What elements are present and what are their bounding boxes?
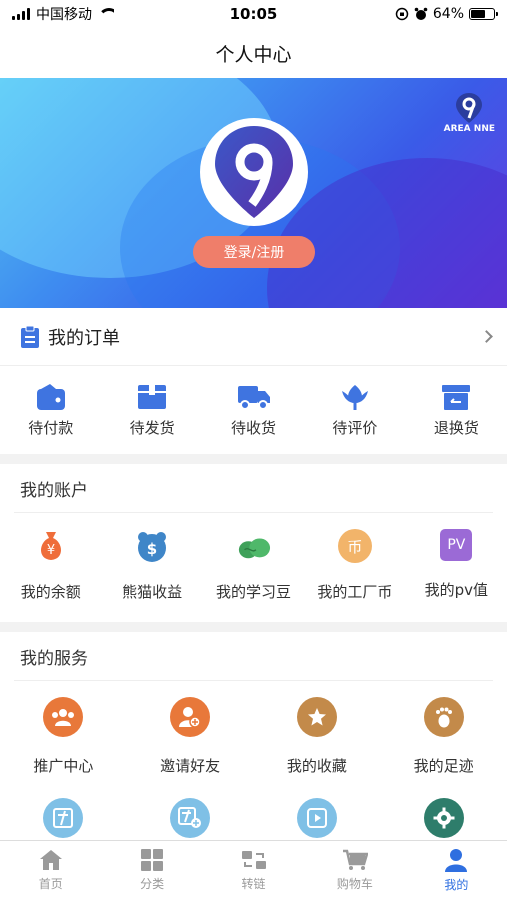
- return-box-icon: [442, 384, 471, 410]
- order-pending-payment[interactable]: 待付款: [0, 383, 101, 438]
- star-icon: [296, 697, 337, 737]
- carrier-label: 中国移动: [36, 7, 92, 23]
- status-bar: 中国移动 10:05 64%: [0, 0, 507, 28]
- grid-icon: [141, 849, 164, 871]
- tab-transfer[interactable]: 转链: [203, 841, 304, 900]
- service-settings[interactable]: [380, 798, 507, 838]
- settings-icon: [423, 798, 464, 838]
- add-user-icon: [170, 697, 211, 737]
- talent-icon: [43, 798, 84, 838]
- order-pending-receipt[interactable]: 待收货: [203, 383, 304, 438]
- clipboard-icon: [21, 325, 39, 348]
- tab-mine[interactable]: 我的: [406, 841, 507, 900]
- svg-text:¥: ¥: [47, 543, 55, 558]
- orders-title: 我的订单: [48, 327, 120, 349]
- services-section: 我的服务 推广中心 邀请好友 我的收藏 我的足迹: [0, 632, 507, 842]
- signal-icon: [12, 8, 30, 20]
- play-icon: [296, 798, 337, 838]
- account-study-beans[interactable]: 我的学习豆: [203, 529, 304, 602]
- area-nine-logo-icon: [456, 93, 483, 123]
- profile-header: AREA NNE 登录/注册: [0, 78, 507, 308]
- account-factory-coin[interactable]: 币 我的工厂币: [304, 529, 405, 602]
- box-icon: [138, 384, 167, 409]
- alarm-icon: [414, 7, 428, 20]
- tab-cart[interactable]: 购物车: [304, 841, 405, 900]
- footprint-icon: [423, 697, 464, 737]
- panda-dollar-icon: $: [135, 529, 169, 563]
- account-pv[interactable]: PV 我的pv值: [406, 529, 507, 602]
- order-pending-review[interactable]: 待评价: [304, 383, 405, 438]
- account-balance[interactable]: ¥ 我的余额: [0, 529, 101, 602]
- services-title: 我的服务: [20, 648, 88, 669]
- transfer-icon: [241, 851, 266, 869]
- status-time: 10:05: [229, 5, 278, 23]
- account-title: 我的账户: [20, 480, 88, 501]
- service-footprints[interactable]: 我的足迹: [380, 697, 507, 776]
- order-pending-shipment[interactable]: 待发货: [101, 383, 202, 438]
- tab-home[interactable]: 首页: [0, 841, 101, 900]
- flower-icon: [341, 384, 368, 410]
- wifi-icon: [98, 8, 114, 20]
- chevron-right-icon: [480, 330, 493, 343]
- truck-icon: [237, 385, 270, 410]
- brand-text: AREA NNE: [443, 124, 495, 134]
- coin-icon: 币: [337, 529, 372, 563]
- beans-icon: [237, 529, 271, 563]
- battery-percent: 64%: [432, 6, 464, 22]
- battery-icon: [469, 8, 498, 20]
- home-icon: [39, 850, 62, 870]
- brand-logo: AREA NNE: [444, 92, 495, 134]
- svg-text:$: $: [147, 540, 157, 558]
- service-add-talent[interactable]: [127, 798, 254, 838]
- orientation-lock-icon: [395, 7, 409, 21]
- orders-card: 我的订单 待付款 待发货 待收货 待评价 退换货: [0, 308, 507, 454]
- login-register-button[interactable]: 登录/注册: [193, 236, 315, 268]
- pv-icon: PV: [440, 529, 473, 561]
- order-return-exchange[interactable]: 退换货: [406, 383, 507, 438]
- tab-bar: 首页 分类 转链 购物车 我的: [0, 840, 507, 900]
- nav-bar: 个人中心: [0, 28, 507, 78]
- orders-header[interactable]: 我的订单: [0, 308, 507, 366]
- area-nine-logo-icon: [215, 126, 293, 218]
- wallet-icon: [36, 383, 65, 410]
- money-bag-icon: ¥: [34, 529, 68, 563]
- account-section: 我的账户 ¥ 我的余额 $ 熊猫收益 我的学习豆 币 我的工厂币 PV 我的pv…: [0, 464, 507, 622]
- add-talent-icon: [170, 798, 211, 838]
- tab-category[interactable]: 分类: [101, 841, 202, 900]
- group-icon: [43, 697, 84, 737]
- service-invite-friends[interactable]: 邀请好友: [127, 697, 254, 776]
- account-panda-income[interactable]: $ 熊猫收益: [101, 529, 202, 602]
- cart-icon: [342, 849, 368, 870]
- page-title: 个人中心: [215, 43, 292, 66]
- service-video[interactable]: [254, 798, 381, 838]
- service-favorites[interactable]: 我的收藏: [254, 697, 381, 776]
- service-promotion-center[interactable]: 推广中心: [0, 697, 127, 776]
- avatar[interactable]: [200, 118, 308, 226]
- service-talent[interactable]: [0, 798, 127, 838]
- user-icon: [445, 849, 468, 872]
